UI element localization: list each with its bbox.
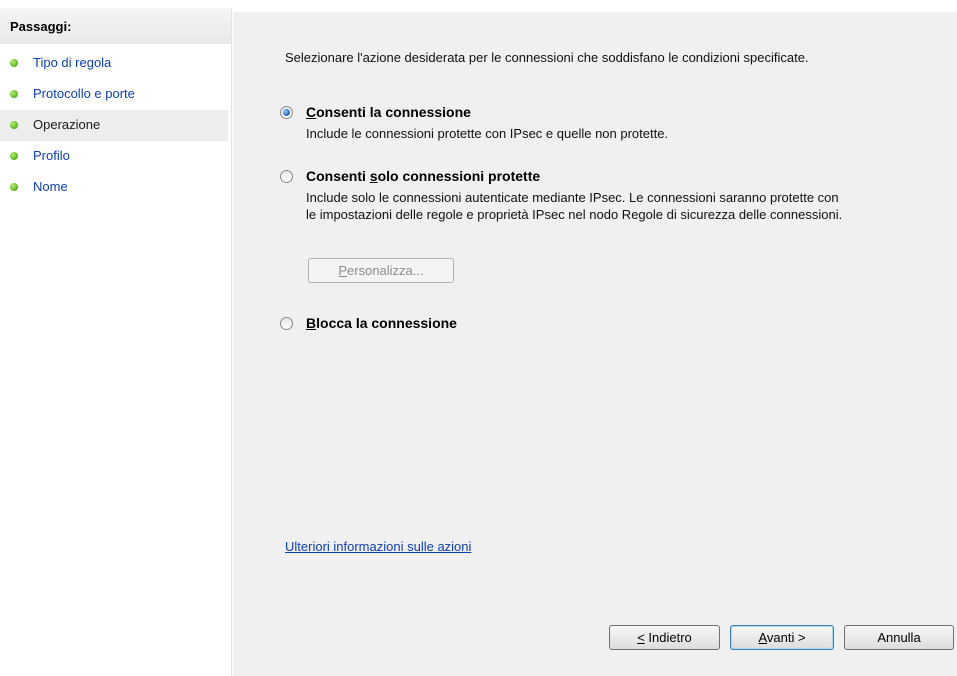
steps-sidebar: Passaggi: Tipo di regola Protocollo e po…: [0, 8, 232, 676]
step-label: Tipo di regola: [33, 55, 112, 70]
steps-title: Passaggi:: [10, 19, 72, 34]
action-panel: Selezionare l'azione desiderata per le c…: [233, 12, 957, 676]
steps-list: Tipo di regola Protocollo e porte Operaz…: [0, 48, 231, 203]
allow-secure-only-radio[interactable]: [280, 170, 293, 183]
step-status-dot-icon: [10, 183, 18, 191]
step-status-dot-icon: [10, 59, 18, 67]
window-top-strip: [0, 0, 957, 8]
next-button[interactable]: Avanti >: [730, 625, 834, 650]
step-profilo[interactable]: Profilo: [0, 141, 228, 172]
cancel-button[interactable]: Annulla: [844, 625, 954, 650]
step-label: Protocollo e porte: [33, 86, 135, 101]
step-protocollo-e-porte[interactable]: Protocollo e porte: [0, 79, 228, 110]
step-status-dot-icon: [10, 152, 18, 160]
back-button[interactable]: < Indietro: [609, 625, 720, 650]
option-description: Include solo le connessioni autenticate …: [306, 190, 843, 222]
allow-connection-radio[interactable]: [280, 106, 293, 119]
step-status-dot-icon: [10, 90, 18, 98]
option-description: Include le connessioni protette con IPse…: [306, 126, 669, 141]
option-label[interactable]: Blocca la connessione: [306, 315, 457, 331]
steps-header: Passaggi:: [0, 8, 231, 44]
step-label: Nome: [33, 179, 68, 194]
customize-button[interactable]: Personalizza...: [308, 258, 454, 283]
option-label[interactable]: Consenti la connessione: [306, 104, 471, 120]
step-label: Profilo: [33, 148, 70, 163]
more-info-link[interactable]: Ulteriori informazioni sulle azioni: [285, 539, 471, 554]
step-tipo-di-regola[interactable]: Tipo di regola: [0, 48, 228, 79]
block-connection-radio[interactable]: [280, 317, 293, 330]
step-operazione[interactable]: Operazione: [0, 110, 228, 141]
instruction-text: Selezionare l'azione desiderata per le c…: [285, 50, 809, 65]
option-label[interactable]: Consenti solo connessioni protette: [306, 168, 540, 184]
step-nome[interactable]: Nome: [0, 172, 228, 203]
step-label: Operazione: [33, 117, 101, 132]
step-status-dot-icon: [10, 121, 18, 129]
